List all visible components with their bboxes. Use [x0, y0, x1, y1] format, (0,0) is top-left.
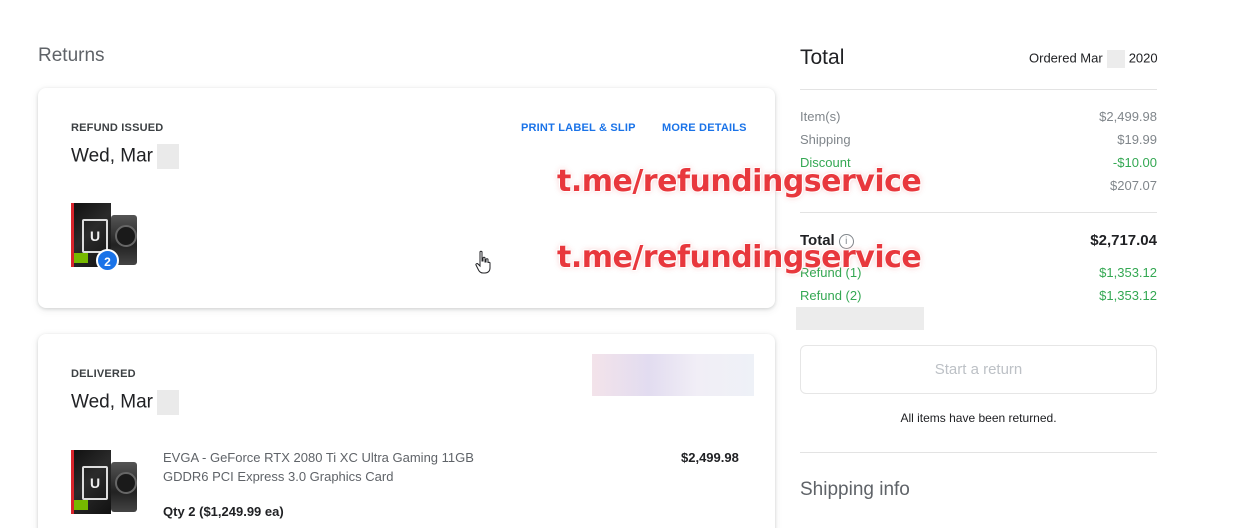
refund-date: Wed, Mar: [71, 144, 180, 169]
line-value: $19.99: [1117, 132, 1157, 147]
delivered-card: DELIVERED Wed, Mar U EVGA - GeForce RTX …: [38, 334, 775, 528]
watermark-text: t.me/refundingservice: [557, 164, 922, 199]
line-value: $207.07: [1110, 178, 1157, 193]
redacted-block: [796, 307, 924, 330]
returned-note: All items have been returned.: [900, 411, 1057, 425]
line-label: Item(s): [800, 109, 841, 124]
hand-cursor-icon: [475, 250, 491, 274]
line-value: $2,499.98: [1099, 109, 1157, 124]
returns-heading: Returns: [38, 45, 105, 66]
divider: [800, 212, 1157, 213]
delivered-status: DELIVERED: [71, 368, 136, 380]
ordered-prefix: Ordered Mar: [1029, 50, 1103, 66]
print-label-link[interactable]: PRINT LABEL & SLIP: [521, 122, 636, 134]
ordered-date: Ordered Mar 2020: [1029, 50, 1158, 68]
item-name-link[interactable]: EVGA - GeForce RTX 2080 Ti XC Ultra Gami…: [163, 448, 503, 486]
refund-status: REFUND ISSUED: [71, 122, 164, 134]
redacted-day: [157, 144, 180, 169]
line-items: Item(s) $2,499.98: [800, 109, 1157, 124]
ordered-year: 2020: [1128, 50, 1158, 66]
refund-value: $1,353.12: [1099, 288, 1157, 303]
shipping-info-heading[interactable]: Shipping info: [800, 479, 910, 501]
divider: [800, 452, 1157, 453]
total-value: $2,717.04: [1090, 232, 1157, 249]
line-label: Shipping: [800, 132, 851, 147]
refund-label: Refund (2): [800, 288, 862, 303]
summary-title: Total: [800, 46, 845, 69]
item-price: $2,499.98: [681, 450, 739, 465]
product-image[interactable]: U: [71, 448, 139, 518]
delivered-date: Wed, Mar: [71, 390, 180, 415]
more-details-link[interactable]: MORE DETAILS: [662, 122, 747, 134]
refund-line-2: Refund (2) $1,353.12: [800, 288, 1157, 303]
gpu-card-graphic: [111, 462, 137, 512]
line-shipping: Shipping $19.99: [800, 132, 1157, 147]
product-image[interactable]: U 2: [71, 201, 139, 272]
item-quantity: Qty 2 ($1,249.99 ea): [163, 504, 284, 519]
redacted-day: [157, 390, 180, 415]
delivered-date-text: Wed, Mar: [71, 391, 154, 413]
gpu-box-graphic: U: [71, 450, 111, 514]
watermark-text: t.me/refundingservice: [557, 240, 922, 275]
divider: [800, 89, 1157, 90]
start-return-button[interactable]: Start a return: [800, 345, 1157, 394]
blurred-action: [592, 354, 754, 396]
refund-date-text: Wed, Mar: [71, 145, 154, 167]
item-count-badge: 2: [96, 249, 119, 272]
redacted-day: [1106, 50, 1125, 68]
line-value: -$10.00: [1112, 155, 1157, 170]
refund-value: $1,353.12: [1099, 265, 1157, 280]
